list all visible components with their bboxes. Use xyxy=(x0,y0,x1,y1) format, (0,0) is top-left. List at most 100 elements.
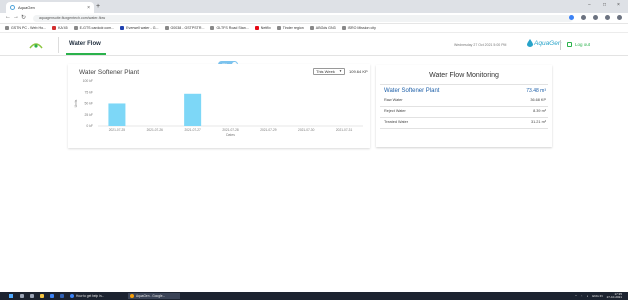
extension-icons xyxy=(569,15,622,20)
x-tick-label: 2021-07-27 xyxy=(184,128,201,132)
browser-tabstrip: AquaGen × + − □ × xyxy=(0,0,628,13)
bookmark-icon xyxy=(341,26,346,30)
extension-icon[interactable] xyxy=(593,15,598,20)
edge-icon[interactable] xyxy=(50,294,54,298)
bar xyxy=(108,103,126,126)
headline-label: Water Softener Plant xyxy=(384,88,440,94)
language-indicator[interactable]: ENG IN xyxy=(592,294,602,298)
chart-total: 109.64 KP xyxy=(349,69,368,74)
row-label: Raw Water xyxy=(384,98,403,102)
row-label: Reject Water xyxy=(384,109,406,113)
divider xyxy=(380,117,548,118)
profile-icon[interactable] xyxy=(617,15,622,20)
bookmark-item[interactable]: GLTFS Road Stan... xyxy=(210,26,249,30)
nav-active-underline xyxy=(66,53,106,55)
company-logo-icon xyxy=(29,43,43,49)
bookmark-item[interactable]: KA'45 xyxy=(52,26,68,30)
x-tick-label: 2021-07-29 xyxy=(260,128,277,132)
bookmark-icon xyxy=(120,26,125,30)
word-icon[interactable] xyxy=(60,294,64,298)
bookmark-item[interactable]: GSTN PC - Web Ho... xyxy=(5,26,46,30)
y-tick-label: 75 kF xyxy=(85,90,93,94)
nav-divider xyxy=(58,37,59,53)
y-tick-label: 100 kF xyxy=(83,79,93,83)
period-select-value: This Week xyxy=(316,69,335,74)
aquagen-favicon-icon xyxy=(10,5,15,10)
back-icon[interactable]: ← xyxy=(5,14,11,20)
chevron-down-icon: ▼ xyxy=(339,69,342,73)
logout-button[interactable]: Log out xyxy=(567,42,590,47)
bookmark-icon xyxy=(309,26,314,30)
taskbar-app-active[interactable]: AquaGen - Google... xyxy=(128,293,180,299)
task-view-icon[interactable] xyxy=(30,294,34,298)
bookmark-icon xyxy=(52,26,57,30)
monitoring-row: Reject Water 8.39 m³ xyxy=(384,109,546,113)
reload-icon[interactable]: ↻ xyxy=(21,14,26,21)
headline-value: 73.48 m³ xyxy=(526,88,546,94)
period-select[interactable]: This Week ▼ xyxy=(313,68,345,75)
address-bar-row: ← → ↻ aquagensuite.fluxgentech.com/water… xyxy=(0,13,628,24)
bookmark-icon xyxy=(254,26,259,30)
file-explorer-icon[interactable] xyxy=(40,294,44,298)
tab-title: AquaGen xyxy=(18,5,35,10)
minimize-icon[interactable]: − xyxy=(588,2,591,8)
tab-close-icon[interactable]: × xyxy=(87,5,90,11)
bookmarks-bar: GSTN PC - Web Ho... KA'45 E-GTS cardcdr.… xyxy=(0,24,628,33)
extension-icon[interactable] xyxy=(605,15,610,20)
bookmark-icon xyxy=(276,26,281,30)
windows-taskbar: How to get help in... AquaGen - Google..… xyxy=(0,292,628,300)
x-tick-label: 2021-07-31 xyxy=(336,128,353,132)
divider xyxy=(380,128,548,129)
divider xyxy=(380,106,548,107)
chart-card: 0 kF 25 kF 50 kF 75 kF 100 kF 2021-07-25 2021-… xyxy=(68,64,370,148)
monitoring-headline: Water Softener Plant 73.48 m³ xyxy=(384,88,546,94)
chrome-icon xyxy=(130,294,134,298)
flow-monitoring-card: Water Flow Monitoring Water Softener Pla… xyxy=(376,65,552,147)
bookmark-item[interactable]: E-GTS cardcdr.com... xyxy=(73,26,114,30)
current-datetime: Wednesday 27 Oct 2021 5:00 PM xyxy=(454,43,507,47)
x-tick-label: 2021-07-26 xyxy=(147,128,164,132)
row-value: 8.39 m³ xyxy=(533,109,546,113)
extension-icon[interactable] xyxy=(581,15,586,20)
browser-tab[interactable]: AquaGen × xyxy=(6,2,94,13)
row-value: 36.68 KP xyxy=(530,98,546,102)
bookmark-item[interactable]: ISRO Mission city xyxy=(341,26,376,30)
start-icon[interactable] xyxy=(9,294,13,298)
brand-logo: AquaGen xyxy=(527,39,561,47)
bookmark-icon xyxy=(73,26,78,30)
row-label: Treated Water xyxy=(384,120,408,124)
logout-label: Log out xyxy=(575,42,591,47)
water-drop-icon xyxy=(527,39,533,47)
x-tick-label: 2021-07-25 xyxy=(109,128,126,132)
header-divider xyxy=(560,40,561,50)
bookmark-item[interactable]: Everwell water - G... xyxy=(120,26,159,30)
bookmark-icon xyxy=(210,26,215,30)
app-header: Water Flow Wednesday 27 Oct 2021 5:00 PM… xyxy=(0,34,628,56)
x-tick-label: 2021-07-28 xyxy=(222,128,239,132)
bookmark-item[interactable]: Netflix xyxy=(254,26,271,30)
url-input[interactable]: aquagensuite.fluxgentech.com/water-flow xyxy=(33,15,573,22)
bookmark-item[interactable]: ABGds GN3 xyxy=(309,26,336,30)
bookmark-icon xyxy=(164,26,169,30)
nav-item-water-flow[interactable]: Water Flow xyxy=(69,41,101,47)
x-tick-label: 2021-07-30 xyxy=(298,128,315,132)
search-icon[interactable] xyxy=(20,294,24,298)
new-tab-button[interactable]: + xyxy=(96,2,100,11)
clock[interactable]: 17:35 27-10-2021 xyxy=(607,292,622,300)
bookmark-item[interactable]: G0038 - GSTPSTR... xyxy=(164,26,204,30)
wifi-icon[interactable]: ◔ xyxy=(581,294,583,298)
bar xyxy=(184,93,202,126)
system-tray: ^ ◔ ◖ ENG IN 17:35 27-10-2021 xyxy=(575,292,622,300)
volume-icon[interactable]: ◖ xyxy=(586,294,588,298)
screen: AquaGen × + − □ × ← → ↻ aquagensuite.flu… xyxy=(0,0,628,300)
chrome-icon xyxy=(70,294,74,298)
close-window-icon[interactable]: × xyxy=(617,2,620,8)
bookmark-item[interactable]: Tinder region xyxy=(276,26,304,30)
extension-icon[interactable] xyxy=(569,15,574,20)
forward-icon[interactable]: → xyxy=(13,14,19,20)
maximize-icon[interactable]: □ xyxy=(603,2,606,8)
logout-icon xyxy=(567,42,572,47)
y-tick-label: 25 kF xyxy=(85,113,93,117)
tray-chevron-icon[interactable]: ^ xyxy=(575,294,576,298)
taskbar-app[interactable]: How to get help in... xyxy=(68,293,124,299)
